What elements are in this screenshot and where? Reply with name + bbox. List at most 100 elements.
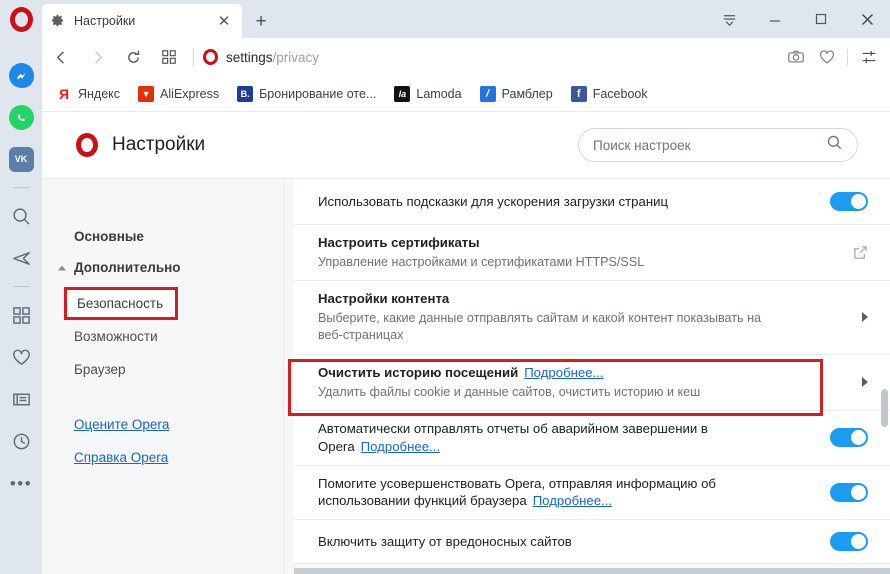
opera-logo-icon[interactable] [0, 0, 42, 38]
sidebar-item-security[interactable]: Безопасность [64, 287, 179, 320]
booking-icon: B. [237, 85, 254, 102]
chevron-up-icon [58, 265, 66, 270]
sidebar-item-browser[interactable]: Браузер [42, 353, 283, 386]
nav-group-advanced[interactable]: Дополнительно [42, 252, 283, 283]
more-options-label: ••• [9, 473, 33, 493]
close-window-icon[interactable] [844, 0, 890, 38]
learn-more-link[interactable]: Подробнее... [361, 439, 440, 454]
camera-icon[interactable] [780, 42, 811, 73]
setting-row-usage-statistics[interactable]: Помогите усовершенствовать Opera, отправ… [294, 465, 890, 521]
search-icon [826, 134, 843, 156]
external-link-icon[interactable] [853, 245, 868, 260]
bookmark-rambler[interactable]: / Рамблер [479, 85, 553, 102]
bookmark-label: Lamoda [416, 86, 462, 101]
learn-more-link[interactable]: Подробнее... [533, 493, 612, 508]
tab-strip: Настройки ✕ + [42, 0, 890, 38]
browser-tab-settings[interactable]: Настройки ✕ [42, 4, 242, 38]
address-bar-host: settings [226, 49, 273, 65]
search-input[interactable] [593, 137, 826, 153]
row-control [862, 312, 868, 323]
link-opera-help[interactable]: Справка Opera [42, 441, 283, 474]
heart-icon[interactable] [811, 42, 842, 73]
horizontal-scrollbar[interactable] [294, 568, 890, 574]
address-bar-input[interactable]: settings/privacy [226, 50, 319, 65]
row-control [862, 377, 868, 388]
settings-search-box[interactable] [578, 128, 858, 162]
row-title-text: Очистить историю посещений [318, 364, 519, 380]
bookmark-facebook[interactable]: f Facebook [570, 85, 648, 102]
bookmark-lamoda[interactable]: la Lamoda [394, 85, 462, 102]
opera-logo-icon [76, 133, 98, 157]
setting-row-malware-protection[interactable]: Включить защиту от вредоносных сайтов [294, 520, 890, 565]
site-opera-icon [203, 49, 218, 65]
row-title: Настройки контента [318, 291, 450, 307]
row-control [830, 482, 868, 502]
opera-side-panel: VK ••• [0, 0, 42, 574]
setting-row-manage-certificates[interactable]: Настроить сертификаты Управление настрой… [294, 225, 890, 282]
bookmark-aliexpress[interactable]: ▼ AliExpress [138, 85, 220, 102]
lamoda-icon: la [394, 85, 411, 102]
toggle-switch-usage-statistics[interactable] [830, 482, 868, 502]
gear-icon [50, 13, 66, 29]
toggle-switch-page-load-hints[interactable] [830, 192, 868, 211]
back-icon[interactable] [44, 40, 78, 74]
bookmark-label: AliExpress [160, 86, 220, 101]
row-title: Помогите усовершенствовать Opera, отправ… [318, 475, 758, 511]
link-rate-opera[interactable]: Оцените Opera [42, 408, 283, 441]
settings-nav-panel: Основные Дополнительно Безопасность Возм… [42, 179, 284, 574]
toggle-switch-malware-protection[interactable] [830, 532, 868, 552]
scrollbar-thumb[interactable] [881, 389, 888, 427]
send-icon[interactable] [0, 237, 42, 279]
bookmark-label: Яндекс [78, 86, 121, 101]
page-title: Настройки [112, 134, 206, 155]
address-bar-path: /privacy [272, 49, 320, 65]
setting-row-page-load-hints[interactable]: Использовать подсказки для ускорения заг… [294, 179, 890, 225]
nav-group-basic[interactable]: Основные [42, 221, 283, 252]
tab-menu-icon[interactable] [706, 0, 752, 38]
row-text-block: Включить защиту от вредоносных сайтов [318, 524, 816, 560]
nav-group-advanced-label: Дополнительно [74, 260, 181, 275]
minimize-icon[interactable] [752, 0, 798, 38]
messenger-icon[interactable] [0, 54, 42, 96]
history-clock-icon[interactable] [0, 420, 42, 462]
row-text-block: Настроить сертификаты Управление настрой… [318, 225, 839, 280]
easy-setup-icon[interactable] [853, 42, 884, 73]
new-tab-button[interactable]: + [250, 10, 272, 32]
whatsapp-icon[interactable] [0, 96, 42, 138]
yandex-icon: Я [56, 85, 72, 102]
row-text-block: Использовать подсказки для ускорения заг… [318, 184, 816, 220]
search-icon[interactable] [0, 195, 42, 237]
reload-icon[interactable] [116, 40, 150, 74]
learn-more-link[interactable]: Подробнее... [524, 365, 603, 380]
settings-card: Использовать подсказки для ускорения заг… [294, 179, 890, 565]
speed-dial-icon[interactable] [152, 40, 186, 74]
setting-row-content-settings[interactable]: Настройки контента Выберите, какие данны… [294, 281, 890, 355]
nav-divider [193, 48, 194, 66]
row-subtitle: Управление настройками и сертификатами H… [318, 254, 645, 269]
close-icon[interactable]: ✕ [214, 11, 234, 31]
bookmark-booking[interactable]: B. Бронирование оте... [237, 85, 376, 102]
maximize-icon[interactable] [798, 0, 844, 38]
setting-row-clear-browsing-data[interactable]: Очистить историю посещений Подробнее... У… [294, 354, 890, 411]
opera-browser-window: VK ••• Настройки ✕ + settings/privacy Я … [0, 0, 890, 574]
settings-rows-list: Использовать подсказки для ускорения заг… [284, 179, 890, 574]
row-title: Включить защиту от вредоносных сайтов [318, 533, 572, 549]
vk-icon[interactable]: VK [0, 138, 42, 180]
bookmark-label: Рамблер [501, 86, 553, 101]
navbar-divider [847, 48, 848, 66]
settings-body: Основные Дополнительно Безопасность Возм… [42, 178, 890, 574]
bookmark-yandex[interactable]: Я Яндекс [56, 85, 121, 102]
vertical-scrollbar[interactable] [881, 179, 888, 574]
speed-dial-icon[interactable] [0, 294, 42, 336]
more-options-icon[interactable]: ••• [0, 462, 42, 504]
news-icon[interactable] [0, 378, 42, 420]
toggle-switch-crash-reports[interactable] [830, 428, 868, 448]
row-control [853, 245, 868, 260]
setting-row-crash-reports[interactable]: Автоматически отправлять отчеты об авари… [294, 410, 890, 466]
sidebar-item-features[interactable]: Возможности [42, 320, 283, 353]
chevron-right-icon[interactable] [862, 312, 868, 323]
side-panel-icon-list: VK ••• [0, 38, 42, 504]
chevron-right-icon[interactable] [862, 377, 868, 388]
bookmarks-heart-icon[interactable] [0, 336, 42, 378]
forward-icon[interactable] [80, 40, 114, 74]
